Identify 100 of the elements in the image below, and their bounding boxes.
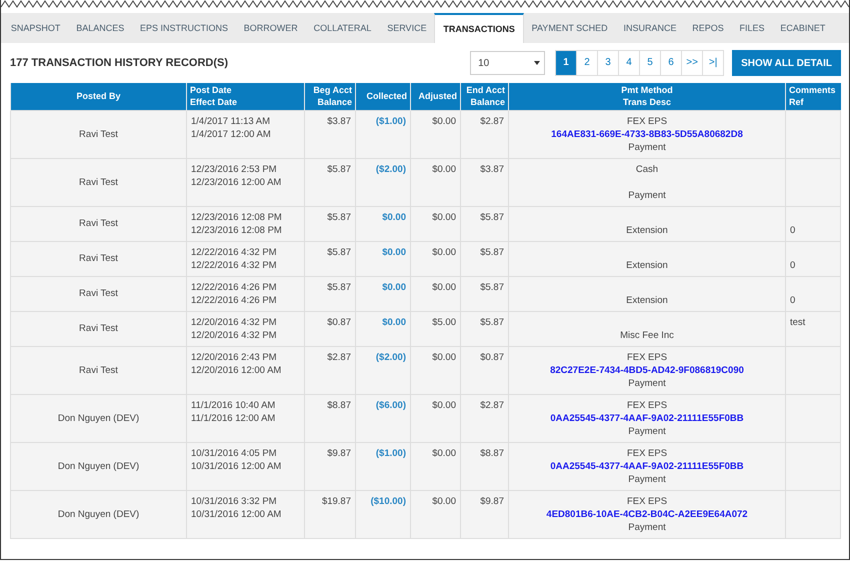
tab[interactable]: REPOS bbox=[684, 13, 732, 43]
table-cell: Ravi Test bbox=[10, 206, 186, 241]
table-cell: Ravi Test bbox=[10, 110, 186, 158]
table-cell: Ravi Test bbox=[10, 158, 186, 206]
table-cell: $0.87 bbox=[304, 311, 356, 346]
table-cell: $0.00 bbox=[410, 394, 460, 442]
table-cell: 1/4/2017 11:13 AM 1/4/2017 12:00 AM bbox=[186, 110, 304, 158]
table-cell: Don Nguyen (DEV) bbox=[10, 490, 186, 538]
reference-link[interactable]: 4ED801B6-10AE-4CB2-B04C-A2EE9E64A072 bbox=[513, 508, 781, 520]
column-header: Adjusted bbox=[410, 83, 460, 110]
table-cell: $5.87 bbox=[304, 276, 356, 311]
payment-method: FEX EPS bbox=[626, 446, 668, 460]
comment-text: test bbox=[790, 316, 806, 328]
table-cell: 12/20/2016 4:32 PM 12/20/2016 4:32 PM bbox=[186, 311, 304, 346]
tab[interactable]: SERVICE bbox=[379, 13, 434, 43]
table-cell: 11/1/2016 10:40 AM 11/1/2016 12:00 AM bbox=[186, 394, 304, 442]
page-link[interactable]: >> bbox=[681, 51, 702, 75]
table-cell: 12/23/2016 12:08 PM 12/23/2016 12:08 PM bbox=[186, 206, 304, 241]
table-cell: $5.87 bbox=[460, 311, 508, 346]
table-cell: $0.00 bbox=[410, 276, 460, 311]
comment-text: 0 bbox=[790, 294, 796, 306]
table-cell: Ravi Test bbox=[10, 346, 186, 394]
payment-method: Cash bbox=[634, 162, 660, 176]
tab[interactable]: PAYMENT SCHED bbox=[524, 13, 616, 43]
transaction-description: Payment bbox=[627, 424, 667, 438]
table-cell: Ravi Test bbox=[10, 311, 186, 346]
tab[interactable]: ECABINET bbox=[772, 13, 834, 43]
reference-link[interactable]: 0AA25545-4377-4AAF-9A02-21111E55F0BB bbox=[513, 412, 781, 424]
table-cell: $0.00 bbox=[410, 346, 460, 394]
transaction-description: Misc Fee Inc bbox=[619, 328, 675, 342]
tab[interactable]: SNAPSHOT bbox=[3, 13, 68, 43]
page-link[interactable]: 3 bbox=[597, 51, 618, 75]
table-cell: $0.00 bbox=[356, 276, 410, 311]
column-header: Collected bbox=[356, 83, 410, 110]
table-cell: 12/20/2016 2:43 PM 12/20/2016 12:00 AM bbox=[186, 346, 304, 394]
table-cell: Ravi Test bbox=[10, 276, 186, 311]
page-link[interactable]: 2 bbox=[576, 51, 598, 75]
table-cell: $19.87 bbox=[304, 490, 356, 538]
tab[interactable]: BORROWER bbox=[236, 13, 306, 43]
payment-method: FEX EPS bbox=[626, 350, 668, 364]
caret-icon bbox=[534, 61, 540, 65]
comment-text: 0 bbox=[790, 258, 796, 272]
tab[interactable]: BALANCES bbox=[68, 13, 132, 43]
table-cell: $0.00 bbox=[356, 206, 410, 241]
table-cell: ($1.00) bbox=[356, 442, 410, 490]
table-cell: $0.00 bbox=[410, 158, 460, 206]
table-cell: ($6.00) bbox=[356, 394, 410, 442]
transaction-description: Extension bbox=[625, 224, 669, 236]
page-link[interactable]: 6 bbox=[660, 51, 682, 75]
page-size-dropdown[interactable]: 10 bbox=[470, 51, 546, 75]
table-cell: $5.87 bbox=[304, 206, 356, 241]
table-cell: $3.87 bbox=[304, 110, 356, 158]
transaction-description: Payment bbox=[627, 520, 667, 534]
table-cell: 12/23/2016 2:53 PM 12/23/2016 12:00 AM bbox=[186, 158, 304, 206]
tab[interactable]: EPS INSTRUCTIONS bbox=[132, 13, 236, 43]
reference-link[interactable]: 0AA25545-4377-4AAF-9A02-21111E55F0BB bbox=[513, 460, 781, 472]
table-cell: $5.87 bbox=[460, 206, 508, 241]
page-link[interactable]: 1 bbox=[556, 51, 576, 75]
reference-link[interactable]: 164AE831-669E-4733-8B83-5D55A80682D8 bbox=[513, 128, 781, 140]
column-header: End Acct Balance bbox=[460, 83, 508, 110]
table-cell: Don Nguyen (DEV) bbox=[10, 394, 186, 442]
table-cell: 10/31/2016 3:32 PM 10/31/2016 12:00 AM bbox=[186, 490, 304, 538]
table-cell: $0.00 bbox=[410, 490, 460, 538]
table-cell: $2.87 bbox=[460, 110, 508, 158]
column-header: Posted By bbox=[10, 83, 186, 110]
page-link[interactable]: 5 bbox=[639, 51, 660, 75]
table-cell: $8.87 bbox=[460, 442, 508, 490]
show-all-detail-button[interactable]: SHOW ALL DETAIL bbox=[732, 50, 841, 76]
payment-method: FEX EPS bbox=[626, 398, 668, 412]
table-cell: ($1.00) bbox=[356, 110, 410, 158]
table-cell: $2.87 bbox=[460, 394, 508, 442]
table-cell: $5.87 bbox=[460, 241, 508, 276]
table-cell: Ravi Test bbox=[10, 241, 186, 276]
tab[interactable]: INSURANCE bbox=[616, 13, 684, 43]
table-cell: $2.87 bbox=[304, 346, 356, 394]
transaction-description: Payment bbox=[627, 140, 667, 154]
table-cell: $0.00 bbox=[410, 442, 460, 490]
reference-link[interactable]: 82C27E2E-7434-4BD5-AD42-9F086819C090 bbox=[513, 364, 781, 376]
transaction-description: Payment bbox=[627, 472, 667, 486]
table-cell: $3.87 bbox=[460, 158, 508, 206]
tab[interactable]: FILES bbox=[732, 13, 772, 43]
table-cell: $0.00 bbox=[356, 311, 410, 346]
table-cell: $0.00 bbox=[410, 241, 460, 276]
table-cell: $0.00 bbox=[356, 241, 410, 276]
table-cell: $8.87 bbox=[304, 394, 356, 442]
table-cell: $0.00 bbox=[410, 110, 460, 158]
table-cell: $0.87 bbox=[460, 346, 508, 394]
comment-text: 0 bbox=[790, 224, 796, 236]
table-cell: $9.87 bbox=[460, 490, 508, 538]
table-cell: $5.00 bbox=[410, 311, 460, 346]
table-cell: $0.00 bbox=[410, 206, 460, 241]
payment-method: FEX EPS bbox=[626, 494, 668, 508]
page-link[interactable]: 4 bbox=[618, 51, 640, 75]
column-header: Pmt Method Trans Desc bbox=[508, 83, 786, 110]
table-cell: $9.87 bbox=[304, 442, 356, 490]
page-link[interactable]: >| bbox=[702, 51, 724, 75]
table-cell: $5.87 bbox=[304, 158, 356, 206]
tab[interactable]: TRANSACTIONS bbox=[434, 13, 524, 43]
table-cell: Don Nguyen (DEV) bbox=[10, 442, 186, 490]
tab[interactable]: COLLATERAL bbox=[306, 13, 380, 43]
